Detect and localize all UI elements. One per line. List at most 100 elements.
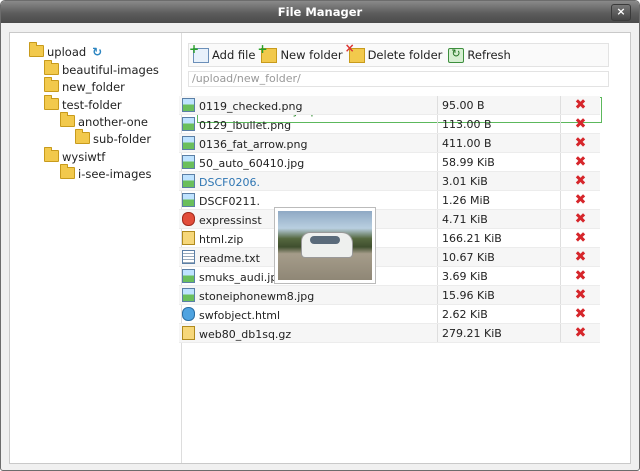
table-row[interactable]: smuks_audi.jpg 3.69 KiB ✖ [179,266,600,286]
delete-icon[interactable]: ✖ [575,326,587,340]
file-name-cell[interactable]: swfobject.html [179,304,438,324]
table-row[interactable]: 0136_fat_arrow.png 411.00 B ✖ [179,133,600,153]
tree-item-new-folder[interactable]: new_folder [44,77,125,95]
file-name[interactable]: 0129_ibullet.png [199,119,291,132]
file-name[interactable]: smuks_audi.jpg [199,271,284,284]
file-name[interactable]: swfobject.html [199,309,280,322]
tree-item-another-one[interactable]: another-one [60,112,148,130]
file-name-cell[interactable]: stoneiphonewm8.jpg [179,285,438,305]
delete-icon[interactable]: ✖ [575,307,587,321]
file-img-icon [182,173,195,188]
file-name[interactable]: web80_db1sq.gz [199,328,291,341]
file-name[interactable]: DSCF0206. [199,176,260,189]
file-size-cell: 279.21 KiB [437,323,561,343]
file-name[interactable]: 50_auto_60410.jpg [199,157,304,170]
preview-image [278,211,372,280]
delete-cell: ✖ [560,152,600,172]
file-size-cell: 411.00 B [437,133,561,153]
table-row[interactable]: 0129_ibullet.png 113.00 B ✖ [179,114,600,134]
add-file-icon [189,42,209,63]
delete-icon[interactable]: ✖ [575,288,587,302]
file-name[interactable]: DSCF0211. [199,195,260,208]
image-preview-tooltip [274,207,376,284]
file-size: 1.26 MiB [442,193,491,207]
tree-item-label: test-folder [62,98,122,112]
delete-icon[interactable]: ✖ [575,136,587,150]
tree-item-sub-folder[interactable]: sub-folder [75,129,152,147]
file-name-cell[interactable]: 0119_checked.png [179,96,438,115]
tree-item-beautiful-images[interactable]: beautiful-images [44,60,159,78]
table-row[interactable]: readme.txt 10.67 KiB ✖ [179,247,600,267]
file-manager-window: File Manager × upload ↻ beautiful-images … [0,0,640,471]
file-size: 166.21 KiB [442,231,502,245]
tree-item-label: wysiwtf [62,150,106,164]
file-name-cell[interactable]: 0136_fat_arrow.png [179,133,438,153]
file-name-cell[interactable]: 0129_ibullet.png [179,114,438,134]
file-name[interactable]: expressinst [199,214,262,227]
file-size: 95.00 B [442,98,485,112]
close-button[interactable]: × [611,4,631,21]
delete-cell: ✖ [560,285,600,305]
tree-item-upload[interactable]: upload ↻ [29,42,102,60]
table-row[interactable]: web80_db1sq.gz 279.21 KiB ✖ [179,323,600,343]
title-bar: File Manager × [1,1,639,23]
delete-icon[interactable]: ✖ [575,231,587,245]
file-name-cell[interactable]: web80_db1sq.gz [179,323,438,343]
delete-icon[interactable]: ✖ [575,155,587,169]
folder-tree: upload ↻ beautiful-images new_folder test… [10,33,182,463]
table-row[interactable]: DSCF0211. 1.26 MiB ✖ [179,190,600,210]
delete-cell: ✖ [560,228,600,248]
file-name[interactable]: stoneiphonewm8.jpg [199,290,314,303]
file-name[interactable]: 0119_checked.png [199,100,303,113]
tree-item-label: i-see-images [78,167,152,181]
refresh-button[interactable]: Refresh [448,47,511,63]
delete-icon[interactable]: ✖ [575,269,587,283]
tree-item-i-see-images[interactable]: i-see-images [60,164,152,182]
file-size: 3.01 KiB [442,174,488,188]
folder-icon [60,164,75,179]
table-row[interactable]: html.zip 166.21 KiB ✖ [179,228,600,248]
delete-cell: ✖ [560,323,600,343]
table-row[interactable]: stoneiphonewm8.jpg 15.96 KiB ✖ [179,285,600,305]
table-row[interactable]: swfobject.html 2.62 KiB ✖ [179,304,600,324]
table-row[interactable]: 0119_checked.png 95.00 B ✖ [179,96,600,115]
table-row[interactable]: DSCF0206. 3.01 KiB ✖ [179,171,600,191]
file-name[interactable]: html.zip [199,233,243,246]
delete-cell: ✖ [560,266,600,286]
file-name[interactable]: 0136_fat_arrow.png [199,138,307,151]
current-path: /upload/new_folder/ [188,71,609,87]
file-size-cell: 113.00 B [437,114,561,134]
refresh-icon[interactable]: ↻ [92,44,102,60]
tree-item-wysiwtf[interactable]: wysiwtf [44,147,106,165]
delete-cell: ✖ [560,171,600,191]
file-swf-icon [182,211,195,226]
table-row[interactable]: expressinst 4.71 KiB ✖ [179,209,600,229]
table-row[interactable]: 50_auto_60410.jpg 58.99 KiB ✖ [179,152,600,172]
file-size-cell: 166.21 KiB [437,228,561,248]
tree-item-label: new_folder [62,80,125,94]
file-size-cell: 95.00 B [437,96,561,115]
file-size-cell: 3.01 KiB [437,171,561,191]
new-folder-button[interactable]: New folder [257,42,343,63]
file-size-cell: 3.69 KiB [437,266,561,286]
file-name-cell[interactable]: 50_auto_60410.jpg [179,152,438,172]
delete-icon[interactable]: ✖ [575,193,587,207]
delete-cell: ✖ [560,190,600,210]
file-name[interactable]: readme.txt [199,252,260,265]
delete-icon[interactable]: ✖ [575,98,587,112]
file-name-cell[interactable]: DSCF0206. [179,171,438,191]
delete-icon[interactable]: ✖ [575,174,587,188]
tree-item-label: another-one [78,115,148,129]
folder-icon [44,77,59,92]
tree-item-test-folder[interactable]: test-folder [44,95,122,113]
folder-icon [44,95,59,110]
add-file-button[interactable]: Add file [189,42,255,63]
folder-icon [29,42,44,57]
delete-icon[interactable]: ✖ [575,117,587,131]
delete-icon[interactable]: ✖ [575,212,587,226]
folder-icon [75,129,90,144]
delete-icon[interactable]: ✖ [575,250,587,264]
delete-folder-button[interactable]: Delete folder [345,41,442,63]
tree-item-label: sub-folder [93,132,152,146]
file-size-cell: 2.62 KiB [437,304,561,324]
